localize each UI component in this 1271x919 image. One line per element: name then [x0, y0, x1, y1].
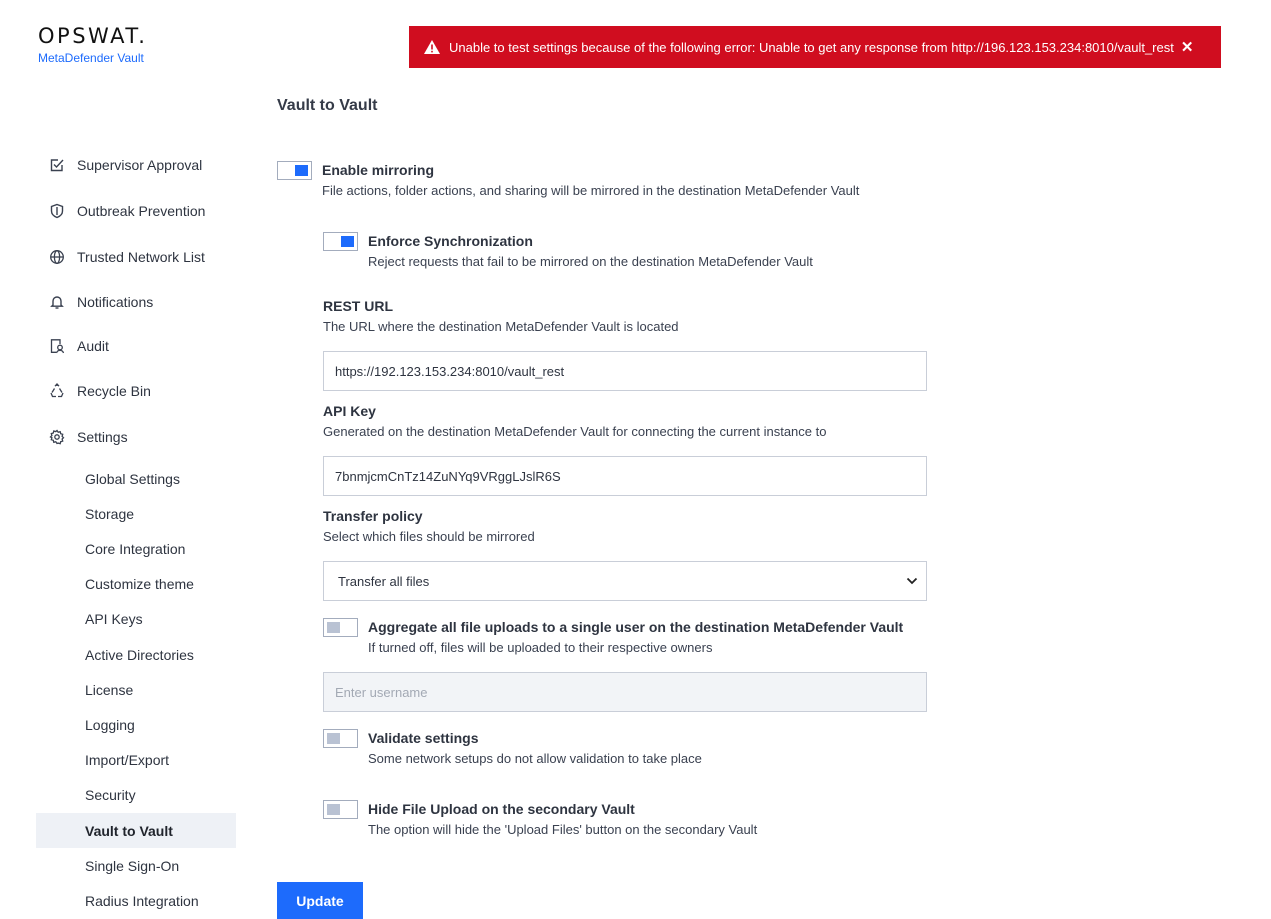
toggle-knob [327, 804, 340, 815]
sidebar-item-security[interactable]: Security [36, 777, 236, 812]
logo[interactable]: OPSWAT. MetaDefender Vault [38, 24, 147, 66]
aggregate-title: Aggregate all file uploads to a single u… [368, 619, 904, 635]
sidebar-item-label: Radius Integration [85, 892, 199, 909]
hide-upload-title: Hide File Upload on the secondary Vault [368, 801, 635, 817]
audit-icon [49, 338, 65, 354]
sidebar-item-radius-integration[interactable]: Radius Integration [36, 883, 236, 918]
sidebar-item-label: Global Settings [85, 470, 180, 487]
toggle-knob [341, 236, 354, 247]
enable-mirroring-desc: File actions, folder actions, and sharin… [322, 183, 860, 198]
page-title: Vault to Vault [277, 97, 378, 114]
sidebar-item-label: Vault to Vault [85, 822, 173, 839]
enable-mirroring-toggle[interactable] [277, 161, 312, 180]
transfer-policy-label: Transfer policy [323, 508, 423, 524]
enforce-sync-desc: Reject requests that fail to be mirrored… [368, 254, 813, 269]
toggle-knob [295, 165, 308, 176]
sidebar-item-label: API Keys [85, 610, 143, 627]
sidebar-item-label: Security [85, 786, 136, 803]
sidebar-item-customize-theme[interactable]: Customize theme [36, 566, 236, 601]
bell-icon [49, 294, 65, 310]
rest-url-label: REST URL [323, 298, 393, 314]
api-key-input[interactable] [323, 456, 927, 496]
sidebar-item-label: Logging [85, 716, 135, 733]
sidebar-item-label: Outbreak Prevention [77, 203, 206, 219]
sidebar-item-logging[interactable]: Logging [36, 707, 236, 742]
sidebar-item-label: Single Sign-On [85, 857, 180, 874]
sidebar-item-label: Active Directories [85, 646, 194, 663]
brand-logo: OPSWAT. [38, 24, 148, 48]
sidebar-item-active-directories[interactable]: Active Directories [36, 637, 236, 672]
enable-mirroring-title: Enable mirroring [322, 162, 435, 178]
toggle-knob [327, 733, 340, 744]
sidebar-item-vault-to-vault[interactable]: Vault to Vault [36, 813, 236, 848]
enforce-sync-toggle[interactable] [323, 232, 358, 251]
aggregate-toggle[interactable] [323, 618, 358, 637]
warning-icon [423, 39, 441, 55]
sidebar-item-label: Supervisor Approval [77, 157, 203, 173]
validate-settings-desc: Some network setups do not allow validat… [368, 751, 702, 766]
sidebar-item-license[interactable]: License [36, 672, 236, 707]
recycle-icon [49, 383, 65, 399]
gear-icon [49, 429, 65, 445]
hide-upload-toggle[interactable] [323, 800, 358, 819]
update-button[interactable]: Update [277, 882, 363, 919]
error-message: Unable to test settings because of the f… [449, 39, 1174, 55]
sidebar-item-single-sign-on[interactable]: Single Sign-On [36, 848, 236, 883]
username-input[interactable] [323, 672, 927, 712]
shield-icon [49, 203, 65, 219]
rest-url-input[interactable] [323, 351, 927, 391]
transfer-policy-selected: Transfer all files [338, 573, 430, 589]
sidebar-item-label: Notifications [77, 294, 154, 310]
enforce-sync-title: Enforce Synchronization [368, 233, 533, 249]
sidebar-item-label: Storage [85, 505, 135, 522]
toggle-knob [327, 622, 340, 633]
sidebar-item-label: Audit [77, 338, 109, 354]
sidebar-item-label: Core Integration [85, 540, 186, 557]
sidebar-item-trusted-network-list[interactable]: Trusted Network List [36, 239, 236, 275]
globe-icon [49, 249, 65, 265]
sidebar-item-settings[interactable]: Settings [36, 419, 236, 455]
transfer-policy-desc: Select which files should be mirrored [323, 529, 535, 544]
sidebar-item-label: Import/Export [85, 751, 170, 768]
sidebar-item-core-integration[interactable]: Core Integration [36, 531, 236, 566]
sidebar-item-api-keys[interactable]: API Keys [36, 601, 236, 636]
close-icon[interactable]: ✕ [1181, 38, 1194, 56]
sidebar-item-label: Customize theme [85, 575, 194, 592]
sidebar-item-import-export[interactable]: Import/Export [36, 742, 236, 777]
sidebar-item-label: License [85, 681, 134, 698]
product-name: MetaDefender Vault [38, 51, 144, 65]
validate-settings-toggle[interactable] [323, 729, 358, 748]
sidebar-item-global-settings[interactable]: Global Settings [36, 461, 236, 496]
sidebar-item-label: Trusted Network List [77, 249, 205, 265]
sidebar-item-audit[interactable]: Audit [36, 328, 236, 364]
hide-upload-desc: The option will hide the 'Upload Files' … [368, 822, 758, 837]
sidebar-item-recycle-bin[interactable]: Recycle Bin [36, 373, 236, 409]
api-key-label: API Key [323, 403, 376, 419]
sidebar-item-supervisor-approval[interactable]: Supervisor Approval [36, 147, 236, 183]
transfer-policy-select[interactable]: Transfer all files [323, 561, 927, 601]
aggregate-desc: If turned off, files will be uploaded to… [368, 640, 713, 655]
error-banner: Unable to test settings because of the f… [409, 26, 1221, 68]
validate-settings-title: Validate settings [368, 730, 479, 746]
chevron-down-icon [906, 577, 918, 585]
api-key-desc: Generated on the destination MetaDefende… [323, 424, 827, 439]
sidebar-item-outbreak-prevention[interactable]: Outbreak Prevention [36, 193, 236, 229]
sidebar-item-label: Recycle Bin [77, 383, 151, 399]
rest-url-desc: The URL where the destination MetaDefend… [323, 319, 679, 334]
sidebar-item-storage[interactable]: Storage [36, 496, 236, 531]
approval-check-icon [49, 157, 65, 173]
sidebar-item-label: Settings [77, 429, 128, 445]
sidebar-item-notifications[interactable]: Notifications [36, 284, 236, 320]
